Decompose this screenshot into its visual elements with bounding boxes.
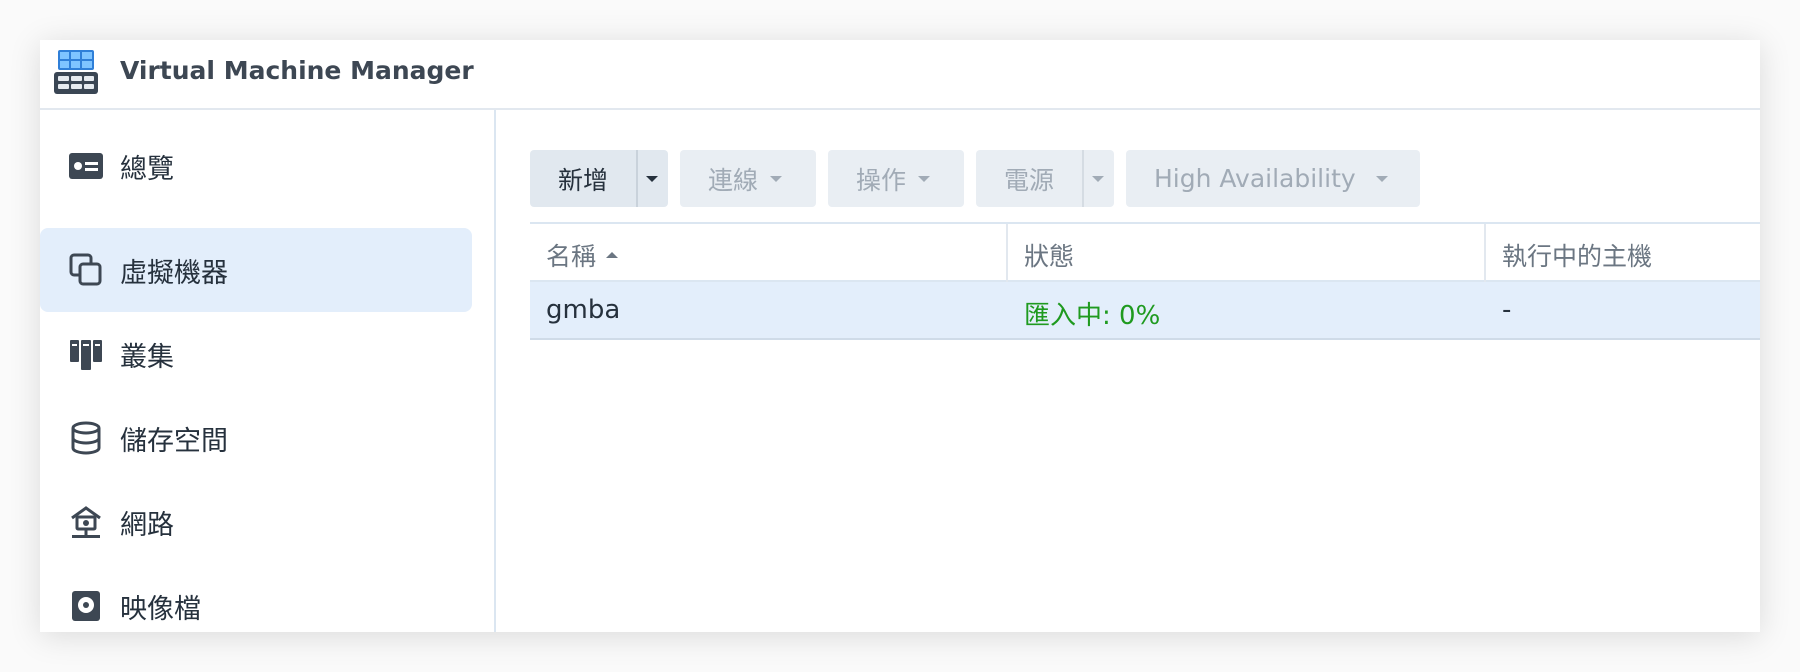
title-bar: Virtual Machine Manager <box>40 40 1760 110</box>
sidebar-item-cluster[interactable]: 叢集 <box>40 312 472 396</box>
sidebar-item-image[interactable]: 映像檔 <box>40 564 472 632</box>
sidebar-item-label: 網路 <box>120 509 174 541</box>
chevron-down-icon <box>646 176 658 182</box>
table-row[interactable]: gmba 匯入中: 0% - <box>530 282 1760 340</box>
create-dropdown-toggle[interactable] <box>638 150 668 207</box>
main-panel: 新增 連線 操作 電源 High Availability 名稱 狀態 執行中的… <box>498 110 1760 632</box>
power-button-label: 電源 <box>1004 165 1055 195</box>
app-title: Virtual Machine Manager <box>120 56 474 85</box>
column-header-host[interactable]: 執行中的主機 <box>1502 237 1652 273</box>
column-divider[interactable] <box>1484 224 1486 282</box>
sort-ascending-icon <box>606 252 619 258</box>
column-header-label: 名稱 <box>546 242 597 271</box>
column-divider[interactable] <box>1006 224 1008 282</box>
vm-name-cell: gmba <box>546 295 621 325</box>
vm-host-cell: - <box>1502 295 1512 325</box>
power-dropdown-toggle[interactable] <box>1084 150 1114 207</box>
image-disc-icon <box>72 591 100 621</box>
sidebar-item-storage[interactable]: 儲存空間 <box>40 396 472 480</box>
sidebar: 總覽 虛擬機器 叢集 儲存空間 網路 映像檔 <box>40 110 496 632</box>
high-availability-button[interactable]: High Availability <box>1126 150 1420 207</box>
chevron-down-icon <box>918 176 930 182</box>
app-window: Virtual Machine Manager 總覽 虛擬機器 叢集 儲存空間 … <box>40 40 1760 632</box>
connect-button-label: 連線 <box>708 165 759 195</box>
network-icon <box>71 506 101 538</box>
overview-card-icon <box>69 153 103 179</box>
sidebar-item-overview[interactable]: 總覽 <box>40 124 472 208</box>
chevron-down-icon <box>1376 176 1388 182</box>
action-button[interactable]: 操作 <box>828 150 964 207</box>
column-header-name[interactable]: 名稱 <box>546 237 619 273</box>
sidebar-item-network[interactable]: 網路 <box>40 480 472 564</box>
sidebar-item-label: 映像檔 <box>120 593 201 625</box>
sidebar-item-label: 虛擬機器 <box>120 257 228 289</box>
sidebar-item-virtual-machine[interactable]: 虛擬機器 <box>40 228 472 312</box>
virtual-machine-icon <box>69 253 102 286</box>
storage-database-icon <box>71 421 101 455</box>
virtual-machine-manager-icon <box>54 50 98 94</box>
cluster-icon <box>70 340 102 370</box>
action-button-label: 操作 <box>856 165 907 195</box>
column-header-status[interactable]: 狀態 <box>1024 237 1074 273</box>
sidebar-item-label: 總覽 <box>120 153 174 185</box>
sidebar-item-label: 儲存空間 <box>120 425 228 457</box>
vm-status-cell: 匯入中: 0% <box>1024 301 1161 331</box>
sidebar-item-label: 叢集 <box>120 341 174 373</box>
table-header: 名稱 狀態 執行中的主機 <box>530 222 1760 282</box>
chevron-down-icon <box>1092 176 1104 182</box>
chevron-down-icon <box>770 176 782 182</box>
high-availability-button-label: High Availability <box>1154 164 1356 193</box>
create-button-label: 新增 <box>558 165 609 195</box>
connect-button[interactable]: 連線 <box>680 150 816 207</box>
